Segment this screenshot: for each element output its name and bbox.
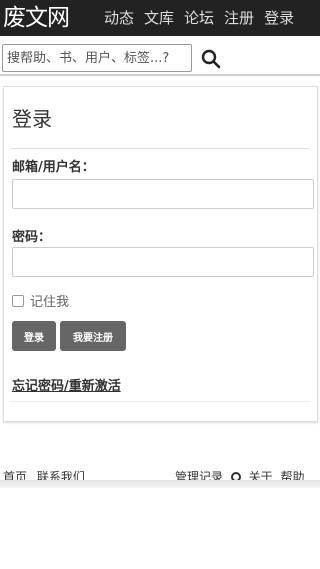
nav-link-login[interactable]: 登录	[264, 0, 294, 36]
nav-link-register[interactable]: 注册	[224, 0, 254, 36]
register-button[interactable]: 我要注册	[60, 321, 126, 351]
forgot-password-link[interactable]: 忘记密码/重新激活	[12, 375, 121, 394]
password-label: 密码：	[12, 230, 52, 245]
nav-link-forum[interactable]: 论坛	[184, 0, 214, 36]
search-divider	[0, 74, 320, 76]
main-nav: 动态 文库 论坛 注册 登录	[104, 0, 304, 36]
email-label: 邮箱/用户名：	[12, 160, 95, 175]
remember-me[interactable]: 记住我	[12, 291, 69, 310]
search-input[interactable]	[2, 44, 192, 72]
page-title: 登录	[12, 107, 52, 131]
password-field[interactable]	[12, 247, 314, 277]
site-logo[interactable]: 废文网	[3, 1, 70, 35]
search-bar	[0, 44, 320, 76]
search-icon	[201, 49, 221, 69]
nav-link-library[interactable]: 文库	[144, 0, 174, 36]
title-divider	[10, 148, 310, 149]
search-button[interactable]	[200, 48, 222, 70]
nav-link-activity[interactable]: 动态	[104, 0, 134, 36]
footer-bar	[0, 480, 320, 488]
remember-checkbox[interactable]	[12, 294, 24, 307]
bottom-divider	[10, 401, 310, 402]
top-navbar: 废文网 动态 文库 论坛 注册 登录	[0, 0, 320, 36]
remember-label: 记住我	[30, 295, 70, 310]
login-button[interactable]: 登录	[12, 321, 56, 351]
login-panel: 登录 邮箱/用户名： 密码： 记住我 登录 我要注册 忘记密码/重新激活	[3, 86, 318, 422]
email-field[interactable]	[12, 179, 314, 209]
